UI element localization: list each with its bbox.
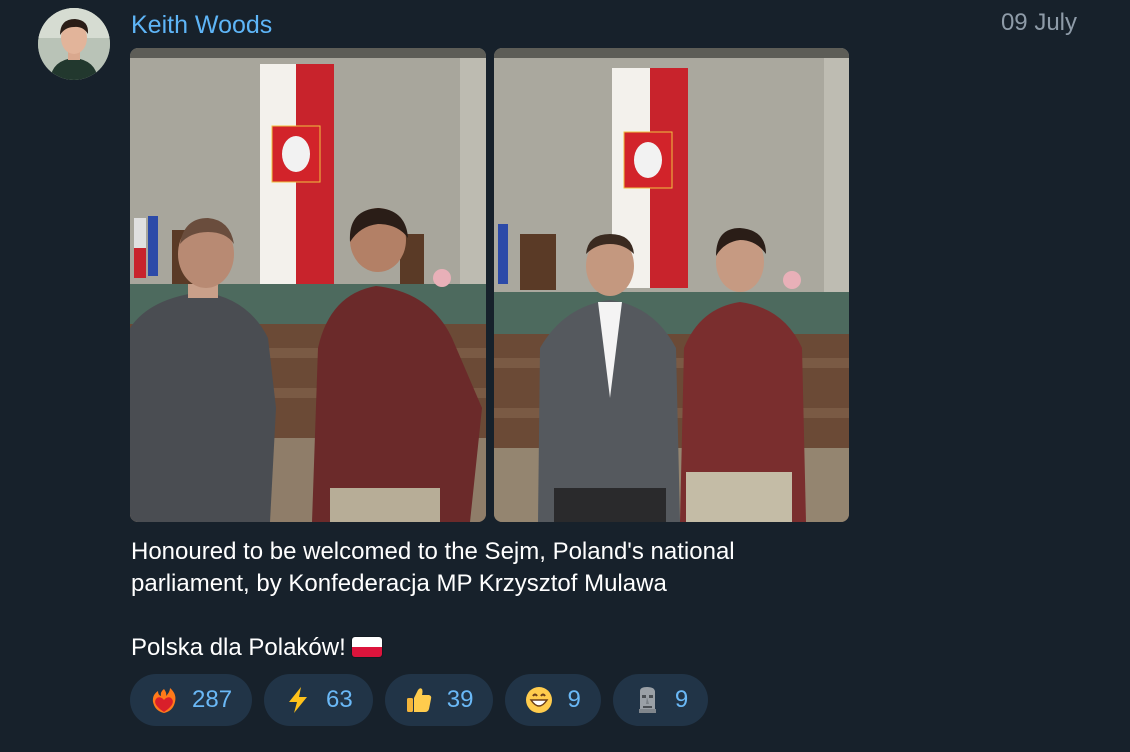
lightning-icon: [282, 684, 314, 716]
reaction-count: 39: [446, 686, 474, 713]
caption-line: parliament, by Konfederacja MP Krzysztof…: [131, 570, 667, 597]
caption-text: Polska dla Polaków!: [131, 634, 346, 661]
heart-on-fire-icon: [148, 684, 180, 716]
reactions-bar: 287 63 39 9 9: [130, 674, 709, 726]
post-photo-1[interactable]: [130, 48, 486, 522]
reaction-count: 9: [674, 686, 689, 713]
caption-line: Polska dla Polaków!: [131, 632, 871, 664]
reaction-count: 9: [567, 686, 581, 713]
reaction-grinning-face[interactable]: 9: [505, 674, 601, 726]
moai-icon: [631, 684, 663, 716]
author-avatar[interactable]: [38, 8, 110, 80]
post-date: 09 July: [1000, 9, 1077, 36]
reaction-heart-on-fire[interactable]: 287: [130, 674, 253, 726]
reaction-count: 63: [326, 686, 353, 713]
author-name[interactable]: Keith Woods: [131, 10, 272, 40]
post-caption: Honoured to be welcomed to the Sejm, Pol…: [131, 536, 871, 664]
channel-post: Keith Woods 09 July Honoured to be welco…: [0, 0, 1130, 752]
thumbs-up-icon: [403, 684, 435, 716]
reaction-count: 287: [192, 686, 233, 713]
reaction-thumbs-up[interactable]: 39: [384, 674, 494, 726]
caption-line: Honoured to be welcomed to the Sejm, Pol…: [131, 538, 735, 565]
grinning-face-icon: [523, 684, 555, 716]
reaction-moai[interactable]: 9: [612, 674, 709, 726]
poland-flag-icon: [351, 637, 382, 657]
reaction-lightning[interactable]: 63: [264, 674, 373, 726]
post-photo-2[interactable]: [494, 48, 849, 522]
